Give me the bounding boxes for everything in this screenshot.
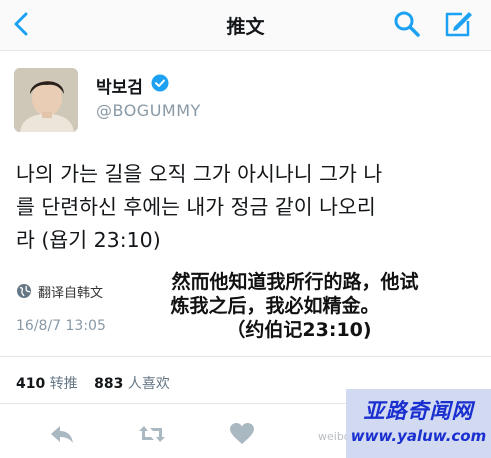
tweet-line: 라 (욥기 23:10) — [16, 228, 161, 252]
divider — [0, 356, 491, 357]
user-handle[interactable]: @BOGUMMY — [96, 101, 201, 120]
avatar[interactable] — [14, 68, 78, 132]
site-watermark: 亚路奇闻网 www.yaluw.com — [346, 389, 491, 458]
watermark-url: www.yaluw.com — [350, 427, 487, 445]
reply-icon[interactable] — [48, 421, 76, 447]
tweet-text: 나의 가는 길을 오직 그가 아시나니 그가 나 를 단련하신 후에는 내가 정… — [16, 158, 478, 257]
retweet-count[interactable]: 410 — [16, 376, 45, 392]
overlay-line: 然而他知道我所行的路，他试 — [171, 271, 419, 293]
user-display-name[interactable]: 박보검 — [96, 73, 143, 98]
translation-overlay: 然而他知道我所行的路，他试 炼我之后，我必如精金。 （约伯记23:10) — [130, 270, 460, 342]
watermark-site-name: 亚路奇闻网 — [363, 399, 474, 423]
tweet-stats: 410 转推 883 人喜欢 — [16, 373, 182, 393]
verified-badge-icon — [151, 74, 169, 92]
tweet-line: 나의 가는 길을 오직 그가 아시나니 그가 나 — [16, 162, 383, 186]
tweet-timestamp: 16/8/7 13:05 — [16, 318, 106, 334]
search-icon[interactable] — [392, 9, 422, 39]
globe-icon — [16, 283, 32, 299]
top-nav-bar: 推文 — [0, 0, 491, 51]
like-label: 人喜欢 — [127, 376, 170, 392]
retweet-icon[interactable] — [138, 421, 166, 447]
overlay-line: 炼我之后，我必如精金。 — [170, 295, 380, 317]
like-heart-icon[interactable] — [228, 421, 256, 447]
overlay-line: （约伯记23:10) — [226, 319, 372, 341]
tweet-line: 를 단련하신 후에는 내가 정금 같이 나오리 — [16, 195, 376, 219]
retweet-label: 转推 — [49, 376, 78, 392]
compose-icon[interactable] — [442, 8, 474, 40]
like-count[interactable]: 883 — [94, 376, 123, 392]
